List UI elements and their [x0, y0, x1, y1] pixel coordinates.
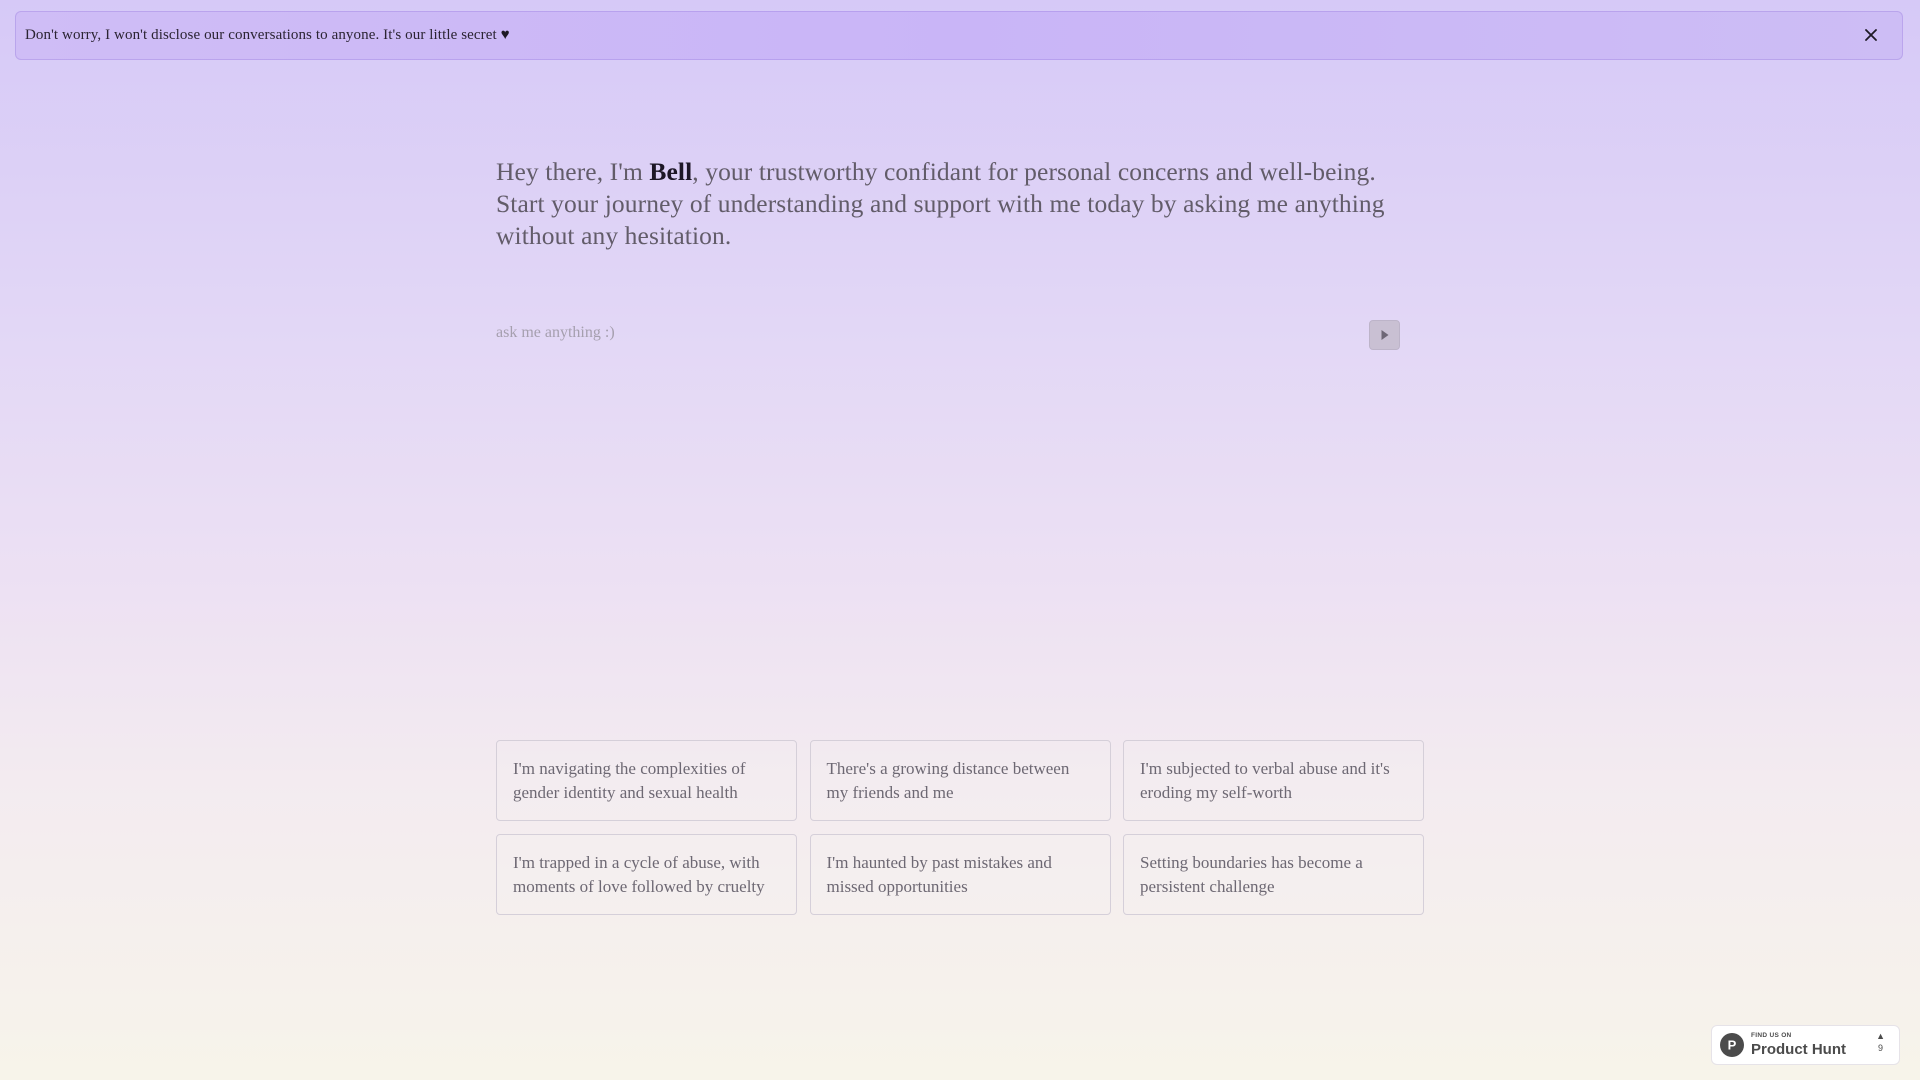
suggestion-card[interactable]: I'm navigating the complexities of gende… — [496, 740, 797, 821]
intro-prefix: Hey there, I'm — [496, 157, 650, 186]
upvote-counter: ▲ 9 — [1876, 1032, 1885, 1053]
close-icon[interactable] — [1860, 24, 1882, 46]
intro-heading: Hey there, I'm Bell, your trustworthy co… — [496, 156, 1426, 252]
suggestion-card[interactable]: There's a growing distance between my fr… — [809, 740, 1111, 821]
send-button[interactable] — [1369, 320, 1400, 350]
suggestion-card[interactable]: I'm subjected to verbal abuse and it's e… — [1123, 740, 1424, 821]
suggestion-card[interactable]: I'm haunted by past mistakes and missed … — [809, 834, 1111, 915]
suggestion-grid: I'm navigating the complexities of gende… — [496, 740, 1424, 915]
product-hunt-label: Product Hunt — [1751, 1040, 1846, 1058]
product-hunt-small-label: FIND US ON — [1751, 1032, 1792, 1040]
product-hunt-logo-letter: P — [1728, 1038, 1737, 1053]
ask-bar — [496, 318, 1401, 358]
ask-input[interactable] — [496, 318, 1346, 348]
banner-message: Don't worry, I won't disclose our conver… — [25, 27, 497, 43]
privacy-banner: Don't worry, I won't disclose our conver… — [15, 11, 1903, 60]
product-hunt-logo-icon: P — [1720, 1033, 1744, 1057]
suggestion-card[interactable]: I'm trapped in a cycle of abuse, with mo… — [496, 834, 797, 915]
assistant-name: Bell — [649, 157, 693, 186]
suggestion-card[interactable]: Setting boundaries has become a persiste… — [1123, 834, 1424, 915]
upvote-arrow-icon: ▲ — [1876, 1031, 1885, 1041]
heart-icon: ♥ — [500, 27, 510, 43]
product-hunt-texts: FIND US ON Product Hunt — [1751, 1033, 1846, 1057]
product-hunt-badge[interactable]: P FIND US ON Product Hunt ▲ 9 — [1711, 1025, 1900, 1065]
play-icon — [1381, 330, 1388, 340]
upvote-count: 9 — [1878, 1043, 1884, 1053]
